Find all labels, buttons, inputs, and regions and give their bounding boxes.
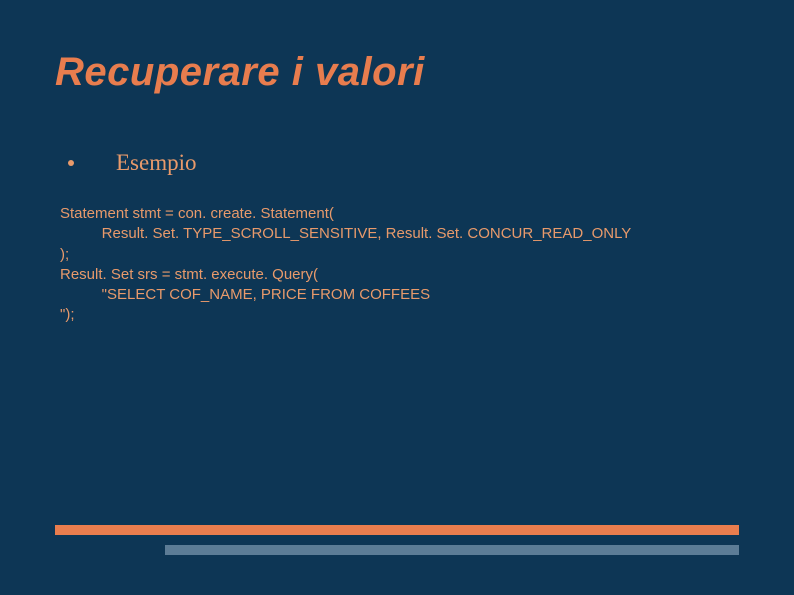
bullet-dot-icon <box>68 160 74 166</box>
code-line: "SELECT COF_NAME, PRICE FROM COFFEES <box>60 286 430 303</box>
slide: Recuperare i valori Esempio Statement st… <box>0 0 794 595</box>
bullet-label: Esempio <box>116 150 197 176</box>
code-block: Statement stmt = con. create. Statement(… <box>60 204 734 326</box>
code-line: Statement stmt = con. create. Statement( <box>60 205 334 222</box>
code-line: "); <box>60 306 75 323</box>
code-line: ); <box>60 246 69 263</box>
bullet-item: Esempio <box>60 150 734 176</box>
accent-bar-secondary <box>165 545 739 555</box>
slide-body: Esempio Statement stmt = con. create. St… <box>60 150 734 326</box>
code-line: Result. Set srs = stmt. execute. Query( <box>60 266 318 283</box>
accent-bar-primary <box>55 525 739 535</box>
slide-title: Recuperare i valori <box>55 50 425 95</box>
code-line: Result. Set. TYPE_SCROLL_SENSITIVE, Resu… <box>60 225 631 242</box>
